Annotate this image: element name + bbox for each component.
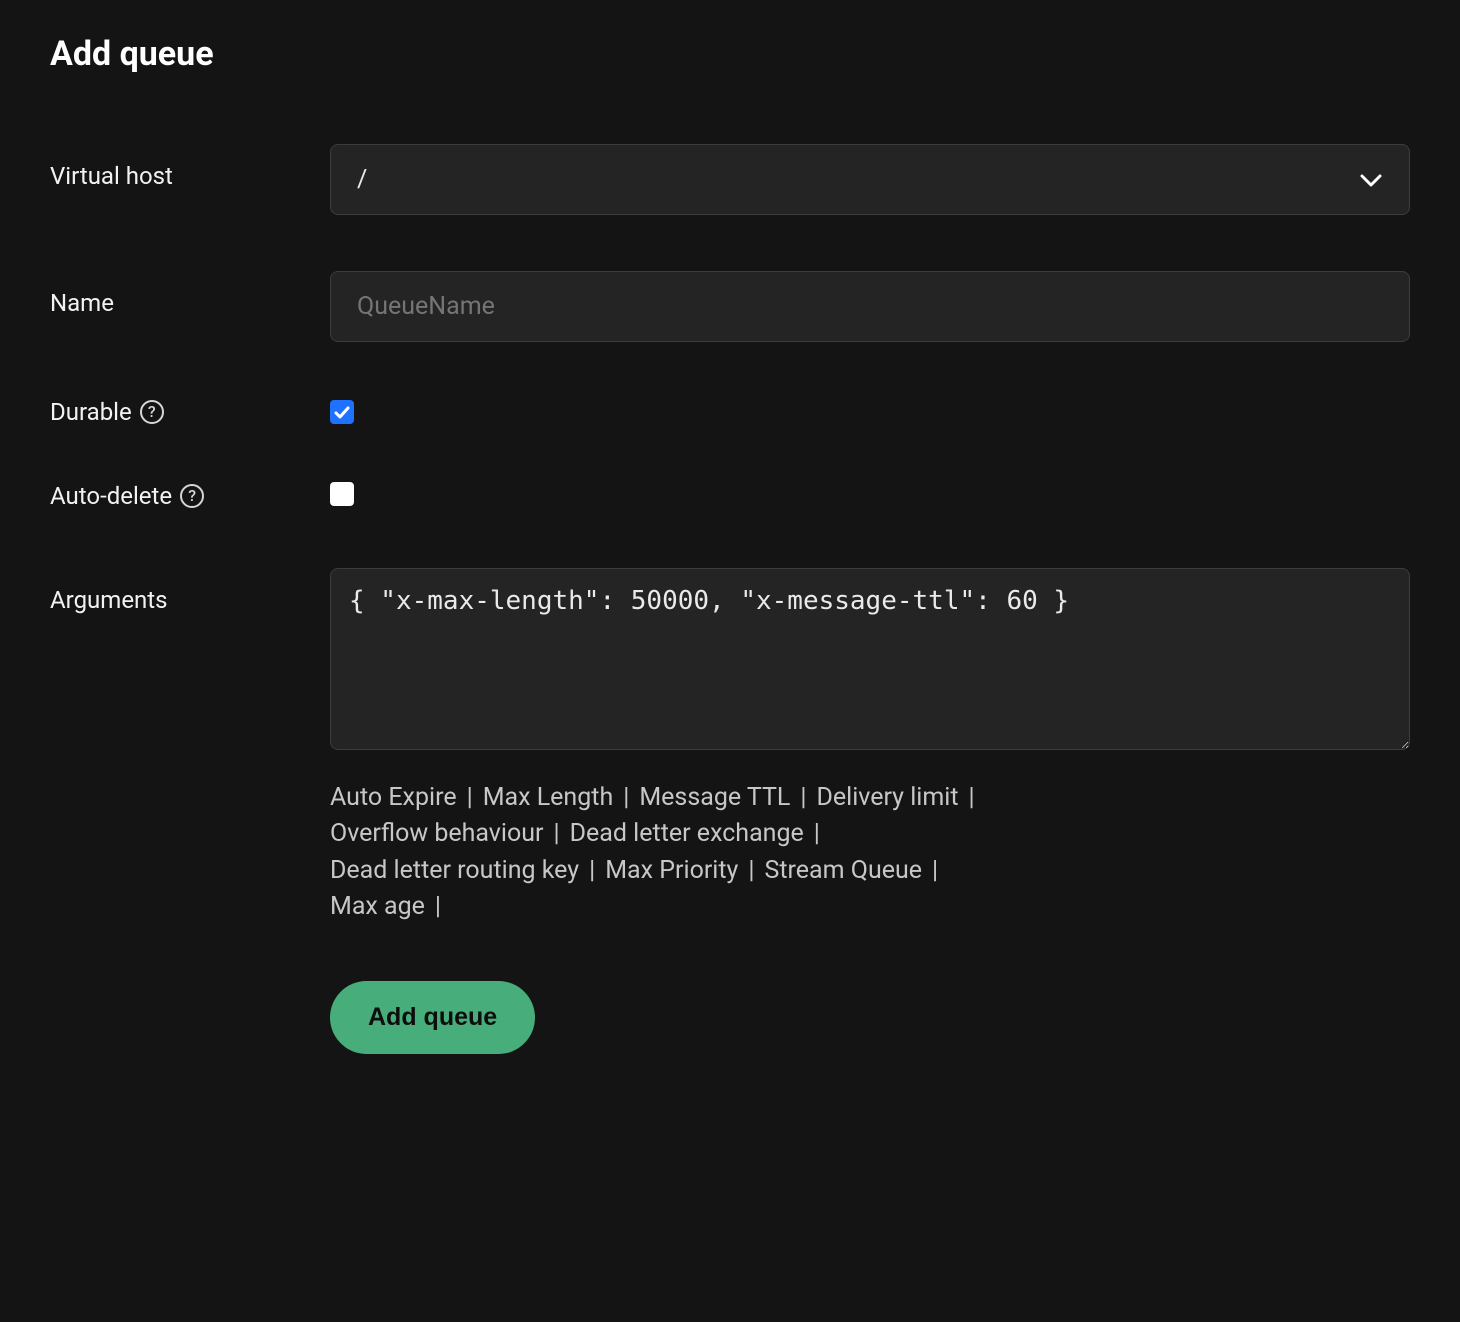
argument-hint-link[interactable]: Max Length (483, 780, 614, 816)
auto-delete-label: Auto-delete (50, 482, 172, 510)
argument-hint-link[interactable]: Delivery limit (816, 780, 958, 816)
argument-hints: Auto Expire|Max Length|Message TTL|Deliv… (330, 780, 1030, 925)
field-row-name: Name (50, 271, 1410, 342)
argument-hint-link[interactable]: Max Priority (605, 853, 738, 889)
field-row-arguments: Arguments Auto Expire|Max Length|Message… (50, 568, 1410, 925)
argument-hint-separator: | (457, 780, 483, 816)
name-label: Name (50, 289, 114, 317)
page-title: Add queue (50, 34, 1410, 74)
help-icon[interactable]: ? (140, 400, 164, 424)
argument-hint-link[interactable]: Stream Queue (765, 853, 923, 889)
argument-hint-separator: | (579, 853, 605, 889)
argument-hint-separator: | (922, 853, 948, 889)
virtual-host-select[interactable] (330, 144, 1410, 215)
argument-hint-link[interactable]: Overflow behaviour (330, 816, 544, 852)
field-row-auto-delete: Auto-delete ? (50, 482, 1410, 512)
add-queue-button[interactable]: Add queue (330, 981, 535, 1054)
argument-hint-link[interactable]: Auto Expire (330, 780, 457, 816)
virtual-host-label: Virtual host (50, 162, 173, 190)
argument-hint-separator: | (613, 780, 639, 816)
arguments-textarea[interactable] (330, 568, 1410, 750)
durable-label: Durable (50, 398, 132, 426)
argument-hint-separator: | (738, 853, 764, 889)
argument-hint-separator: | (804, 816, 830, 852)
argument-hint-link[interactable]: Max age (330, 889, 425, 925)
argument-hint-separator: | (544, 816, 570, 852)
help-icon[interactable]: ? (180, 484, 204, 508)
check-icon (334, 398, 350, 426)
argument-hint-separator: | (790, 780, 816, 816)
argument-hint-link[interactable]: Dead letter exchange (570, 816, 804, 852)
argument-hint-link[interactable]: Message TTL (639, 780, 790, 816)
durable-checkbox[interactable] (330, 400, 354, 424)
argument-hint-separator: | (425, 889, 451, 925)
name-input[interactable] (330, 271, 1410, 342)
auto-delete-checkbox[interactable] (330, 482, 354, 506)
argument-hint-separator: | (959, 780, 985, 816)
virtual-host-select-wrapper[interactable] (330, 144, 1410, 215)
submit-row: Add queue (50, 961, 1410, 1054)
field-row-durable: Durable ? (50, 398, 1410, 426)
arguments-label: Arguments (50, 586, 168, 614)
field-row-virtual-host: Virtual host (50, 144, 1410, 215)
argument-hint-link[interactable]: Dead letter routing key (330, 853, 579, 889)
